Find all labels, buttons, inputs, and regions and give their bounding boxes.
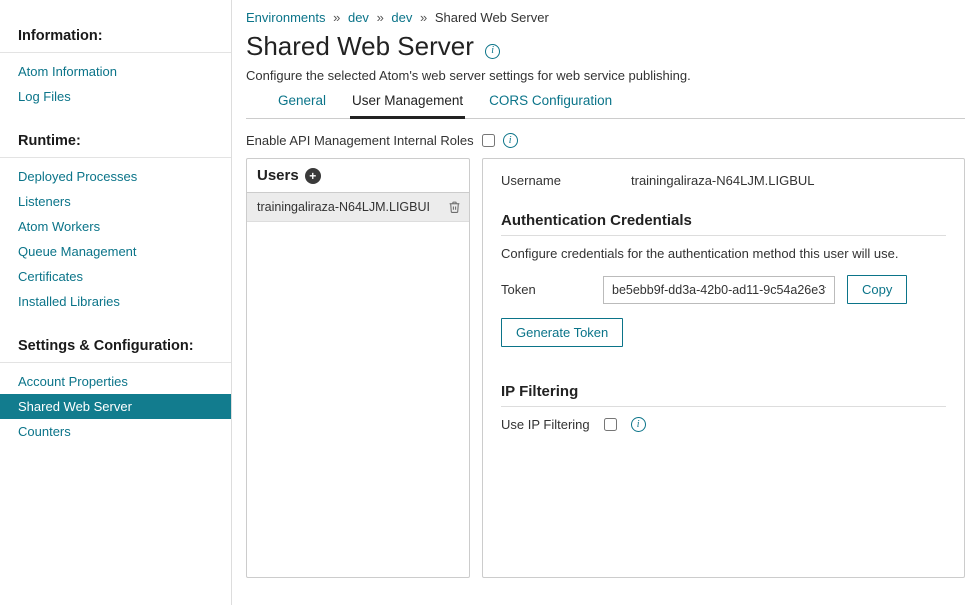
tabs: General User Management CORS Configurati… bbox=[246, 87, 965, 119]
sidebar-item-account-properties[interactable]: Account Properties bbox=[0, 369, 231, 394]
info-icon[interactable]: i bbox=[503, 133, 518, 148]
page-title-text: Shared Web Server bbox=[246, 31, 474, 61]
sidebar-group-settings: Settings & Configuration: Account Proper… bbox=[0, 328, 231, 444]
breadcrumb-separator: » bbox=[377, 10, 384, 25]
sidebar-item-log-files[interactable]: Log Files bbox=[0, 84, 231, 109]
sidebar-item-shared-web-server[interactable]: Shared Web Server bbox=[0, 394, 231, 419]
sidebar-item-atom-information[interactable]: Atom Information bbox=[0, 59, 231, 84]
token-row: Token Copy bbox=[501, 275, 946, 304]
sidebar: Information: Atom Information Log Files … bbox=[0, 0, 232, 605]
sidebar-item-listeners[interactable]: Listeners bbox=[0, 189, 231, 214]
user-row[interactable]: trainingaliraza-N64LJM.LIGBUI bbox=[247, 193, 469, 222]
breadcrumb-separator: » bbox=[420, 10, 427, 25]
sidebar-item-installed-libraries[interactable]: Installed Libraries bbox=[0, 289, 231, 314]
enable-roles-checkbox[interactable] bbox=[482, 134, 495, 147]
sidebar-group-runtime: Runtime: Deployed Processes Listeners At… bbox=[0, 123, 231, 314]
auth-section-desc: Configure credentials for the authentica… bbox=[501, 246, 946, 261]
auth-section-title: Authentication Credentials bbox=[501, 212, 946, 236]
main-content: Environments » dev » dev » Shared Web Se… bbox=[232, 0, 965, 605]
use-ip-filtering-checkbox[interactable] bbox=[604, 418, 617, 431]
username-row: Username trainingaliraza-N64LJM.LIGBUL bbox=[501, 173, 946, 188]
sidebar-item-atom-workers[interactable]: Atom Workers bbox=[0, 214, 231, 239]
info-icon[interactable]: i bbox=[631, 417, 646, 432]
trash-icon[interactable] bbox=[448, 200, 461, 214]
breadcrumb-current: Shared Web Server bbox=[435, 10, 549, 25]
sidebar-item-queue-management[interactable]: Queue Management bbox=[0, 239, 231, 264]
sidebar-item-deployed-processes[interactable]: Deployed Processes bbox=[0, 164, 231, 189]
page-subtitle: Configure the selected Atom's web server… bbox=[246, 68, 965, 83]
token-label: Token bbox=[501, 282, 591, 297]
user-row-label: trainingaliraza-N64LJM.LIGBUI bbox=[257, 200, 430, 214]
username-value: trainingaliraza-N64LJM.LIGBUL bbox=[631, 173, 815, 188]
sidebar-group-title: Information: bbox=[0, 18, 231, 53]
ip-section-title: IP Filtering bbox=[501, 383, 946, 407]
breadcrumb-link-dev2[interactable]: dev bbox=[391, 10, 412, 25]
copy-button[interactable]: Copy bbox=[847, 275, 907, 304]
sidebar-group-title: Settings & Configuration: bbox=[0, 328, 231, 363]
username-label: Username bbox=[501, 173, 591, 188]
breadcrumb-separator: » bbox=[333, 10, 340, 25]
breadcrumb: Environments » dev » dev » Shared Web Se… bbox=[246, 10, 965, 25]
plus-icon[interactable]: + bbox=[305, 168, 321, 184]
breadcrumb-link-environments[interactable]: Environments bbox=[246, 10, 325, 25]
users-panel-title: Users bbox=[257, 167, 299, 184]
sidebar-group-information: Information: Atom Information Log Files bbox=[0, 18, 231, 109]
breadcrumb-link-dev1[interactable]: dev bbox=[348, 10, 369, 25]
ip-filtering-row: Use IP Filtering i bbox=[501, 417, 946, 432]
sidebar-item-counters[interactable]: Counters bbox=[0, 419, 231, 444]
generate-token-button[interactable]: Generate Token bbox=[501, 318, 623, 347]
tab-cors-configuration[interactable]: CORS Configuration bbox=[487, 87, 614, 119]
tab-general[interactable]: General bbox=[276, 87, 328, 119]
token-input[interactable] bbox=[603, 276, 835, 304]
enable-roles-label: Enable API Management Internal Roles bbox=[246, 133, 474, 148]
users-panel-header: Users + bbox=[247, 159, 469, 193]
details-panel: Username trainingaliraza-N64LJM.LIGBUL A… bbox=[482, 158, 965, 578]
use-ip-filtering-label: Use IP Filtering bbox=[501, 417, 590, 432]
info-icon[interactable]: i bbox=[485, 44, 500, 59]
panels: Users + trainingaliraza-N64LJM.LIGBUI bbox=[246, 158, 965, 578]
sidebar-group-title: Runtime: bbox=[0, 123, 231, 158]
page-title: Shared Web Server i bbox=[246, 31, 965, 62]
enable-roles-row: Enable API Management Internal Roles i bbox=[246, 119, 965, 158]
tab-user-management[interactable]: User Management bbox=[350, 87, 465, 119]
sidebar-item-certificates[interactable]: Certificates bbox=[0, 264, 231, 289]
users-panel: Users + trainingaliraza-N64LJM.LIGBUI bbox=[246, 158, 470, 578]
